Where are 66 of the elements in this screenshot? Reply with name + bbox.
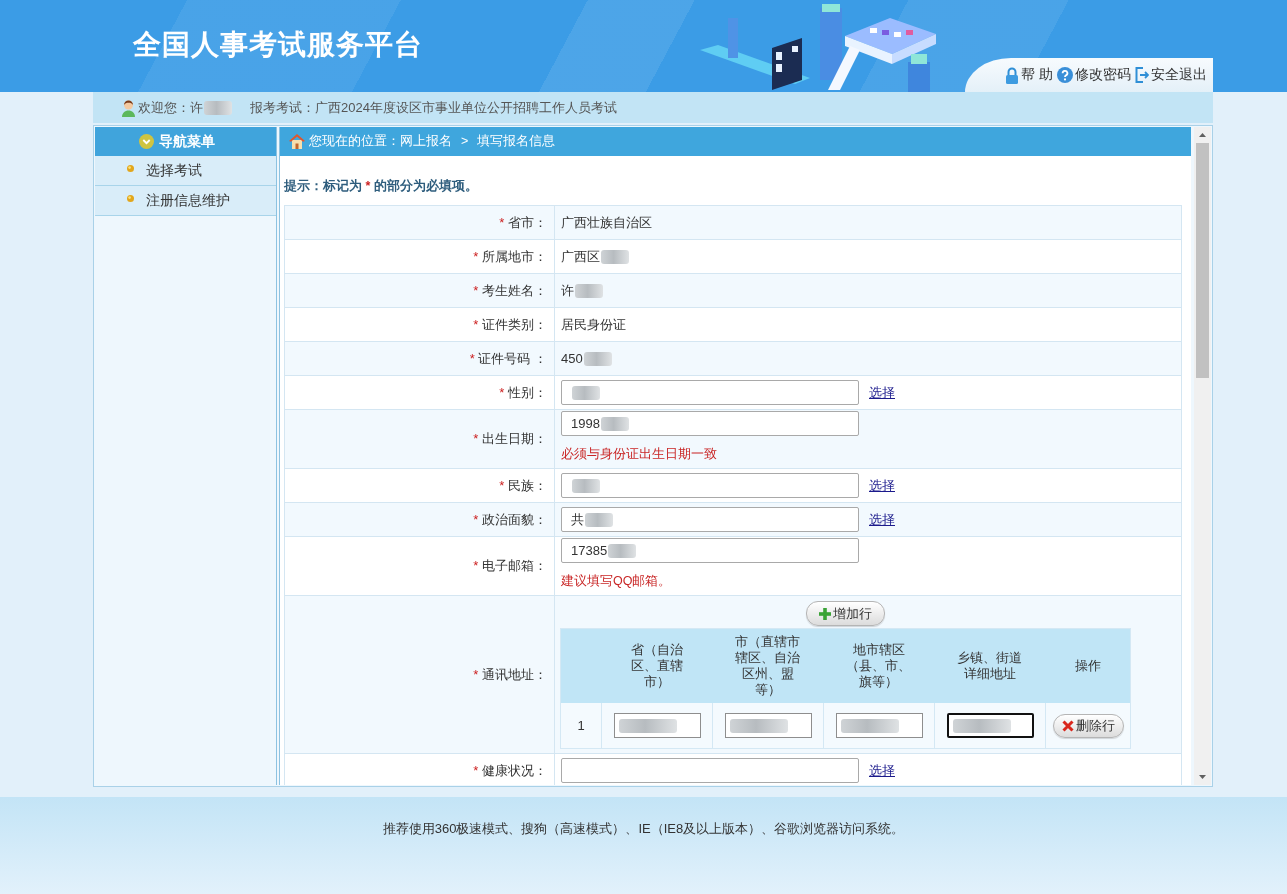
- column-header: 市（直辖市辖区、自治区州、盟等）: [734, 634, 801, 698]
- row-number: 1: [577, 718, 585, 733]
- field-label: * 电子邮箱：: [473, 558, 547, 573]
- sidebar-item[interactable]: 选择考试: [95, 156, 276, 186]
- field-label: * 性别：: [499, 384, 547, 400]
- field-note: 建议填写QQ邮箱。: [561, 573, 673, 589]
- bullet-icon: [127, 165, 134, 172]
- up-arrow-icon: [1199, 133, 1206, 137]
- input-field[interactable]: [835, 713, 923, 738]
- delete-row-button[interactable]: 删除行: [1052, 713, 1124, 738]
- select-link[interactable]: 选择: [869, 383, 895, 402]
- select-link[interactable]: 选择: [869, 761, 895, 780]
- column-header: 地市辖区（县、市、旗等）: [845, 642, 912, 690]
- home-icon: [289, 134, 305, 149]
- field-label: * 健康状况：: [473, 762, 547, 778]
- logout-link[interactable]: 安全退出: [1134, 66, 1207, 84]
- column-header: 省（自治区、直辖市）: [629, 642, 684, 690]
- input-field[interactable]: 17385: [561, 538, 859, 563]
- input-field[interactable]: [561, 380, 859, 405]
- field-value: 广西区: [561, 248, 600, 264]
- column-header: 操作: [1073, 658, 1102, 674]
- site-title: 全国人事考试服务平台: [133, 28, 423, 62]
- menu-title: 导航菜单: [158, 132, 215, 151]
- field-label: * 证件类别：: [473, 316, 547, 332]
- field-label: * 通讯地址：: [473, 666, 547, 682]
- field-value: 居民身份证: [561, 316, 626, 332]
- field-value: 450: [561, 350, 583, 366]
- bullet-icon: [127, 195, 134, 202]
- field-label: * 证件号码 ：: [469, 350, 547, 366]
- question-icon: [1056, 67, 1073, 83]
- field-label: * 所属地市：: [473, 248, 547, 264]
- field-label: * 政治面貌：: [473, 511, 547, 527]
- sidebar-item[interactable]: 注册信息维护: [95, 186, 276, 216]
- change-password-link[interactable]: 修改密码: [1056, 66, 1131, 84]
- select-link[interactable]: 选择: [869, 510, 895, 529]
- lock-icon: [1005, 66, 1019, 84]
- required-hint: 提示：标记为 * 的部分为必填项。: [284, 178, 479, 194]
- field-label: * 省市：: [499, 214, 547, 230]
- footer-note: 推荐使用360极速模式、搜狗（高速模式）、IE（IE8及以上版本）、谷歌浏览器访问系统。: [382, 821, 905, 836]
- add-row-button[interactable]: 增加行: [806, 601, 885, 626]
- field-label: * 出生日期：: [473, 431, 547, 446]
- column-header: 乡镇、街道详细地址: [956, 650, 1023, 682]
- input-field[interactable]: [561, 758, 859, 783]
- welcome-text: 欢迎您：许: [138, 98, 203, 117]
- select-link[interactable]: 选择: [869, 476, 895, 495]
- user-icon: [121, 98, 136, 117]
- scrollbar-thumb[interactable]: [1196, 143, 1209, 378]
- input-field[interactable]: 共: [561, 507, 859, 532]
- exit-icon: [1134, 67, 1149, 83]
- field-value: 许: [561, 282, 574, 298]
- exam-name-text: 报考考试：广西2024年度设区市事业单位公开招聘工作人员考试: [250, 98, 617, 117]
- input-field[interactable]: 1998: [561, 411, 859, 436]
- help-link[interactable]: 帮 助: [1005, 66, 1053, 84]
- field-label: * 民族：: [499, 477, 547, 493]
- delete-icon: [1061, 719, 1074, 732]
- input-field[interactable]: [946, 713, 1034, 738]
- field-note: 必须与身份证出生日期一致: [561, 446, 718, 462]
- input-field[interactable]: [613, 713, 701, 738]
- input-field[interactable]: [724, 713, 812, 738]
- field-value: 广西壮族自治区: [561, 214, 652, 230]
- input-field[interactable]: [561, 473, 859, 498]
- plus-icon: [819, 607, 831, 620]
- chevron-down-icon: [138, 134, 154, 149]
- down-arrow-icon: [1199, 775, 1206, 779]
- field-label: * 考生姓名：: [473, 282, 547, 298]
- breadcrumb-text: 您现在的位置：网上报名 > 填写报名信息: [309, 133, 556, 150]
